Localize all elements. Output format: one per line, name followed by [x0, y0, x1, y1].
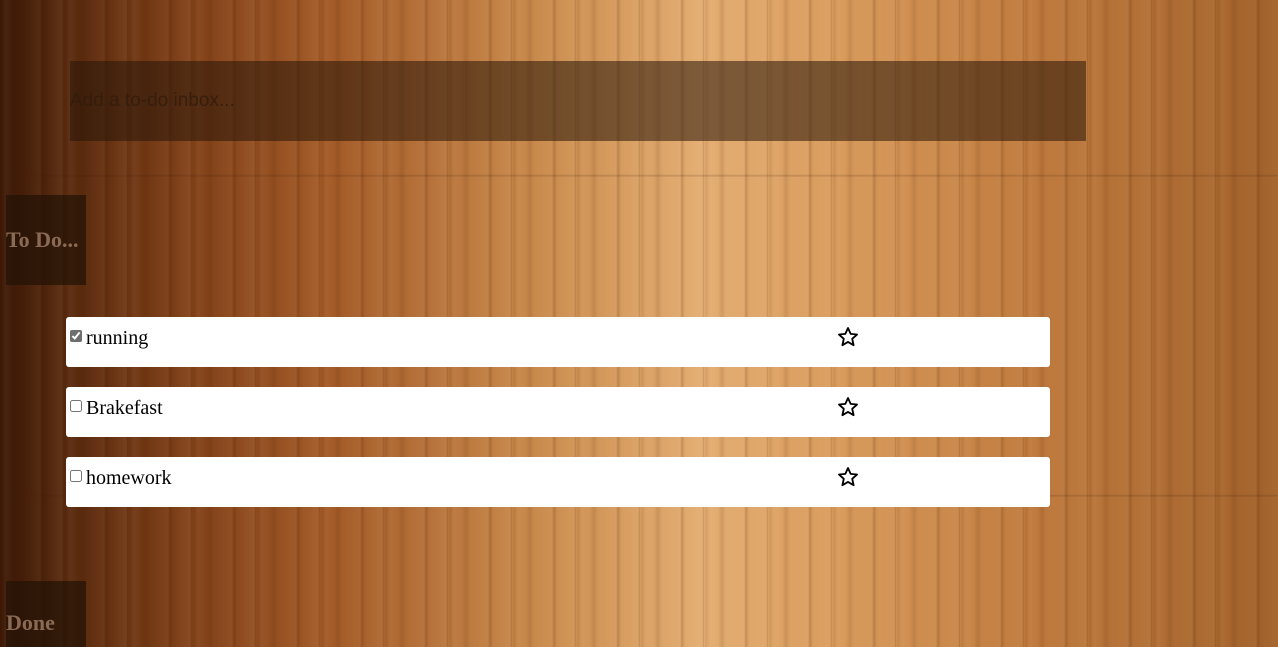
todo-label: Brakefast: [86, 397, 163, 419]
todo-item: running: [66, 317, 1050, 367]
todo-section-heading: To Do...: [6, 195, 86, 286]
todo-checkbox[interactable]: [70, 330, 82, 342]
add-todo-bar: [70, 61, 1086, 141]
todo-list: running Brakefast homework: [66, 317, 1050, 527]
todo-label: running: [86, 327, 149, 349]
add-todo-input[interactable]: [70, 61, 1086, 141]
star-outline-icon[interactable]: [837, 326, 859, 348]
star-outline-icon[interactable]: [837, 466, 859, 488]
done-section-heading: Done: [6, 581, 86, 647]
todo-checkbox[interactable]: [70, 470, 82, 482]
todo-checkbox[interactable]: [70, 400, 82, 412]
star-outline-icon[interactable]: [837, 396, 859, 418]
todo-item: Brakefast: [66, 387, 1050, 437]
todo-item: homework: [66, 457, 1050, 507]
todo-label: homework: [86, 467, 172, 489]
